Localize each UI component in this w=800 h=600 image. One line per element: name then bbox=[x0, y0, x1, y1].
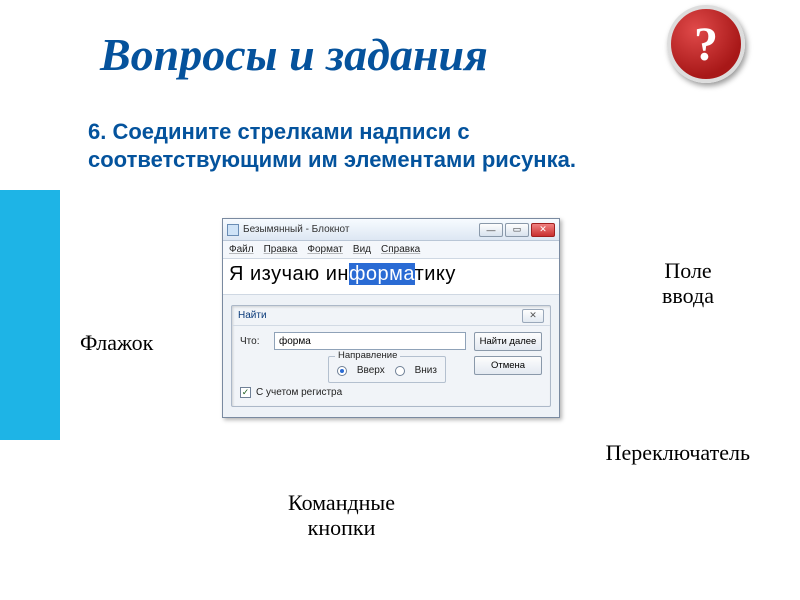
text-after: тику bbox=[415, 263, 456, 285]
direction-group-title: Направление bbox=[335, 350, 400, 361]
find-title: Найти bbox=[238, 310, 267, 321]
radio-down[interactable] bbox=[395, 366, 405, 376]
find-what-input[interactable] bbox=[274, 332, 466, 350]
page-title: Вопросы и задания bbox=[100, 28, 488, 81]
label-command-buttons: Командные кнопки bbox=[288, 490, 395, 541]
case-checkbox-label: С учетом регистра bbox=[256, 387, 342, 398]
menu-file[interactable]: Файл bbox=[229, 244, 254, 255]
text-area[interactable]: Я изучаю информатику bbox=[223, 259, 559, 295]
text-selected: форма bbox=[349, 263, 415, 285]
menu-edit[interactable]: Правка bbox=[264, 244, 298, 255]
close-button[interactable]: ✕ bbox=[531, 223, 555, 237]
find-titlebar: Найти ✕ bbox=[232, 306, 550, 326]
menu-format[interactable]: Формат bbox=[307, 244, 343, 255]
find-dialog: Найти ✕ Что: Направление Вверх Вниз bbox=[231, 305, 551, 407]
label-flag: Флажок bbox=[80, 330, 153, 356]
question-mark-icon: ? bbox=[694, 17, 718, 72]
find-close-button[interactable]: ✕ bbox=[522, 309, 544, 323]
menu-help[interactable]: Справка bbox=[381, 244, 420, 255]
maximize-button[interactable]: ▭ bbox=[505, 223, 529, 237]
text-before: Я изучаю ин bbox=[229, 263, 349, 285]
menubar: Файл Правка Формат Вид Справка bbox=[223, 241, 559, 259]
window-buttons: — ▭ ✕ bbox=[479, 223, 555, 237]
window-title: Безымянный - Блокнот bbox=[243, 224, 479, 235]
notepad-window: Безымянный - Блокнот — ▭ ✕ Файл Правка Ф… bbox=[222, 218, 560, 418]
case-checkbox[interactable] bbox=[240, 387, 251, 398]
cancel-button[interactable]: Отмена bbox=[474, 356, 542, 375]
radio-up-label: Вверх bbox=[357, 365, 385, 376]
help-badge: ? bbox=[667, 5, 745, 83]
radio-down-label: Вниз bbox=[415, 365, 437, 376]
titlebar: Безымянный - Блокнот — ▭ ✕ bbox=[223, 219, 559, 241]
find-what-label: Что: bbox=[240, 336, 268, 347]
app-icon bbox=[227, 224, 239, 236]
label-switch: Переключатель bbox=[606, 440, 750, 466]
side-stripe bbox=[0, 190, 60, 440]
direction-group: Направление Вверх Вниз bbox=[328, 356, 446, 383]
find-next-button[interactable]: Найти далее bbox=[474, 332, 542, 351]
minimize-button[interactable]: — bbox=[479, 223, 503, 237]
menu-view[interactable]: Вид bbox=[353, 244, 371, 255]
label-input-field: Поле ввода bbox=[662, 258, 714, 309]
instruction-text: 6. Соедините стрелками надписи с соответ… bbox=[88, 118, 648, 173]
radio-up[interactable] bbox=[337, 366, 347, 376]
